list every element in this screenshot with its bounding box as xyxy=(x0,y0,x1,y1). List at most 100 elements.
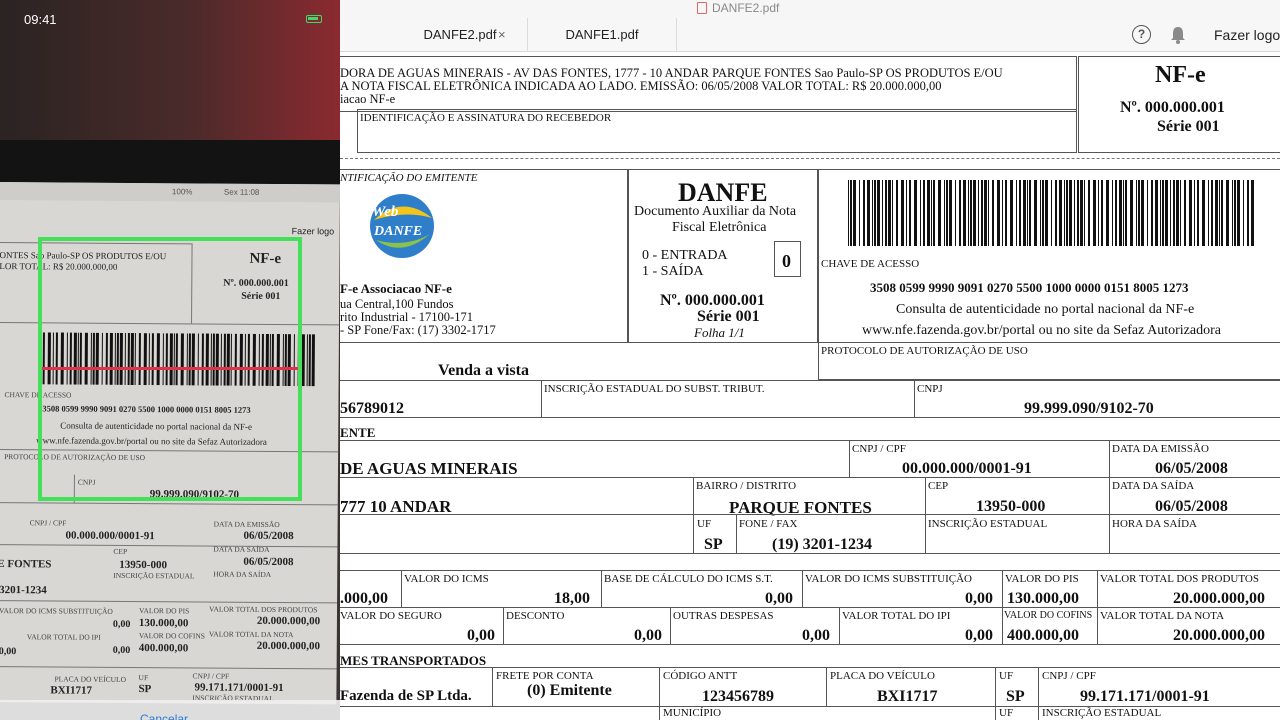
laptop-bezel xyxy=(0,140,340,185)
chave-value[interactable]: 3508 0599 9990 9091 0270 5500 1000 0000 … xyxy=(870,280,1189,296)
photo-line xyxy=(0,599,338,604)
dest-cnpj-value: 00.000.000/0001-91 xyxy=(902,460,1032,477)
emissao-value: 06/05/2008 xyxy=(1155,460,1228,477)
icms-st-label: VALOR DO ICMS SUBSTITUIÇÃO xyxy=(805,573,972,585)
seguro-value: 0,00 xyxy=(467,627,495,644)
entrada-label: 0 - ENTRADA xyxy=(642,248,728,263)
photo-placa-value: BXI1717 xyxy=(50,684,93,697)
antt-label: CÓDIGO ANTT xyxy=(663,670,738,682)
ie-value: 56789012 xyxy=(340,400,404,417)
photo-saida-label: DATA DA SAÍDA xyxy=(213,544,270,554)
photo-totprod-value: 20.000.000,00 xyxy=(256,614,321,628)
cofins-label: VALOR DO COFINS xyxy=(1004,610,1093,621)
phone-camera-scanner: 09:41 100% Sex 11:08 Fazer logo ONTES Sa… xyxy=(0,0,340,720)
photo-line xyxy=(0,543,338,548)
logout-button[interactable]: Fazer logou xyxy=(1214,18,1280,52)
barcode-icon xyxy=(848,180,1254,246)
scan-laser-line xyxy=(42,367,298,370)
emissao-label: DATA DA EMISSÃO xyxy=(1112,443,1209,455)
seguro-label: VALOR DO SEGURO xyxy=(340,610,442,622)
transp-cnpj-value: 99.171.171/0001-91 xyxy=(1080,688,1210,705)
photo-line xyxy=(0,665,337,670)
folha-label: Folha 1/1 xyxy=(694,325,745,340)
ie-subst-label: INSCRIÇÃO ESTADUAL DO SUBST. TRIBUT. xyxy=(544,383,765,395)
photo-logout: Fazer logo xyxy=(291,226,335,237)
photo-tcnpj-label: CNPJ / CPF xyxy=(192,671,230,681)
photo-bairro-value: E FONTES xyxy=(0,558,52,571)
photo-icmsst-value: 0,00 xyxy=(112,618,131,630)
photo-pis-label: VALOR DO PIS xyxy=(138,606,190,616)
bairro-label: BAIRRO / DISTRITO xyxy=(696,480,797,492)
consulta-line-1: Consulta de autenticidade no portal naci… xyxy=(896,302,1195,317)
photo-ipi-label: VALOR TOTAL DO IPI xyxy=(26,632,101,642)
danfe-subtitle-2: Fiscal Eletrônica xyxy=(672,220,767,235)
photo-pis-value: 130.000,00 xyxy=(138,617,189,630)
photo-fone-value: 3201-1234 xyxy=(0,584,47,597)
municipio-label: MUNICÍPIO xyxy=(663,707,722,719)
cep-label: CEP xyxy=(928,480,949,492)
window-title: DANFE2.pdf xyxy=(712,1,780,15)
nfe-serie: Série 001 xyxy=(1157,118,1220,135)
base-icms-value: .000,00 xyxy=(340,590,388,607)
window-titlebar: DANFE2.pdf xyxy=(340,0,1280,18)
transp-cnpj-label: CNPJ / CPF xyxy=(1042,670,1096,682)
recebedor-label: IDENTIFICAÇÃO E ASSINATURA DO RECEBEDOR xyxy=(360,112,612,124)
photo-battery-text: 100% xyxy=(171,187,193,197)
municipio-box xyxy=(340,514,694,554)
saida-label: DATA DA SAÍDA xyxy=(1112,480,1195,492)
total-prod-value: 20.000.000,00 xyxy=(1173,590,1265,607)
tab-close-icon[interactable]: × xyxy=(498,18,510,52)
emitente-address-3: - SP Fone/Fax: (17) 3302-1717 xyxy=(340,323,496,337)
pdf-file-icon xyxy=(697,2,707,14)
outras-label: OUTRAS DESPESAS xyxy=(673,610,774,622)
logo-text-web: Web xyxy=(372,204,399,220)
transp-uf2-label: UF xyxy=(999,707,1014,719)
tab-bar: DANFE2.pdf × DANFE1.pdf ? Fazer logou xyxy=(340,18,1280,52)
tipo-value: 0 xyxy=(782,251,791,271)
photo-totprod-label: VALOR TOTAL DOS PRODUTOS xyxy=(208,604,318,615)
photo-icmsst-label: VALOR DO ICMS SUBSTITUIÇÃO xyxy=(0,606,113,616)
uf-value: SP xyxy=(704,536,723,553)
photo-hora-label: HORA DA SAÍDA xyxy=(213,569,272,579)
status-bar-time: 09:41 xyxy=(24,12,57,27)
icms-value: 18,00 xyxy=(554,590,590,607)
danfe-subtitle-1: Documento Auxiliar da Nota xyxy=(634,204,797,219)
photo-emissao-label: DATA DA EMISSÃO xyxy=(213,519,280,530)
uf-label: UF xyxy=(697,518,712,530)
consulta-link[interactable]: www.nfe.fazenda.gov.br/portal ou no site… xyxy=(862,324,1221,338)
nfe-number: Nº. 000.000.001 xyxy=(1120,99,1225,116)
icms-st-value: 0,00 xyxy=(965,590,993,607)
tab-danfe1[interactable]: DANFE1.pdf xyxy=(527,18,677,52)
cnpj-label: CNPJ xyxy=(917,383,943,395)
base-st-value: 0,00 xyxy=(765,590,793,607)
photo-zero-value: 0,00 xyxy=(0,646,17,658)
photo-emissao-value: 06/05/2008 xyxy=(243,529,294,543)
destinatario-section-title: ENTE xyxy=(340,425,376,440)
total-nota-value: 20.000.000,00 xyxy=(1173,627,1265,644)
photo-cofins-label: VALOR DO COFINS xyxy=(138,631,205,641)
pis-label: VALOR DO PIS xyxy=(1005,573,1079,585)
nfe-title: NF-e xyxy=(1155,62,1206,88)
desconto-label: DESCONTO xyxy=(506,610,565,622)
frete-label: FRETE POR CONTA xyxy=(496,670,594,682)
pdf-document-page: DORA DE AGUAS MINERAIS - AV DAS FONTES, … xyxy=(340,52,1280,720)
photo-cofins-value: 400.000,00 xyxy=(138,642,189,655)
natureza-value: Venda a vista xyxy=(438,362,529,379)
placa-value: BXI1717 xyxy=(877,688,938,705)
cancel-button[interactable]: Cancelar xyxy=(140,712,188,720)
emitente-label: NTIFICAÇÃO DO EMITENTE xyxy=(340,172,478,184)
transp-uf-value: SP xyxy=(1006,688,1025,705)
help-icon[interactable]: ? xyxy=(1132,25,1151,44)
logo-text-danfe: DANFE xyxy=(374,224,423,239)
cut-line xyxy=(340,158,1280,159)
photo-saida-value: 06/05/2008 xyxy=(243,555,294,569)
saida-label: 1 - SAÍDA xyxy=(642,264,704,279)
bell-icon[interactable] xyxy=(1170,26,1186,44)
fone-value: (19) 3201-1234 xyxy=(772,536,872,553)
chave-label: CHAVE DE ACESSO xyxy=(821,258,920,270)
pis-value: 130.000,00 xyxy=(1007,590,1079,607)
desconto-value: 0,00 xyxy=(634,627,662,644)
photo-totnota-label: VALOR TOTAL DA NOTA xyxy=(208,629,294,640)
photo-totnota-value: 20.000.000,00 xyxy=(256,639,321,653)
antt-value: 123456789 xyxy=(702,688,774,705)
